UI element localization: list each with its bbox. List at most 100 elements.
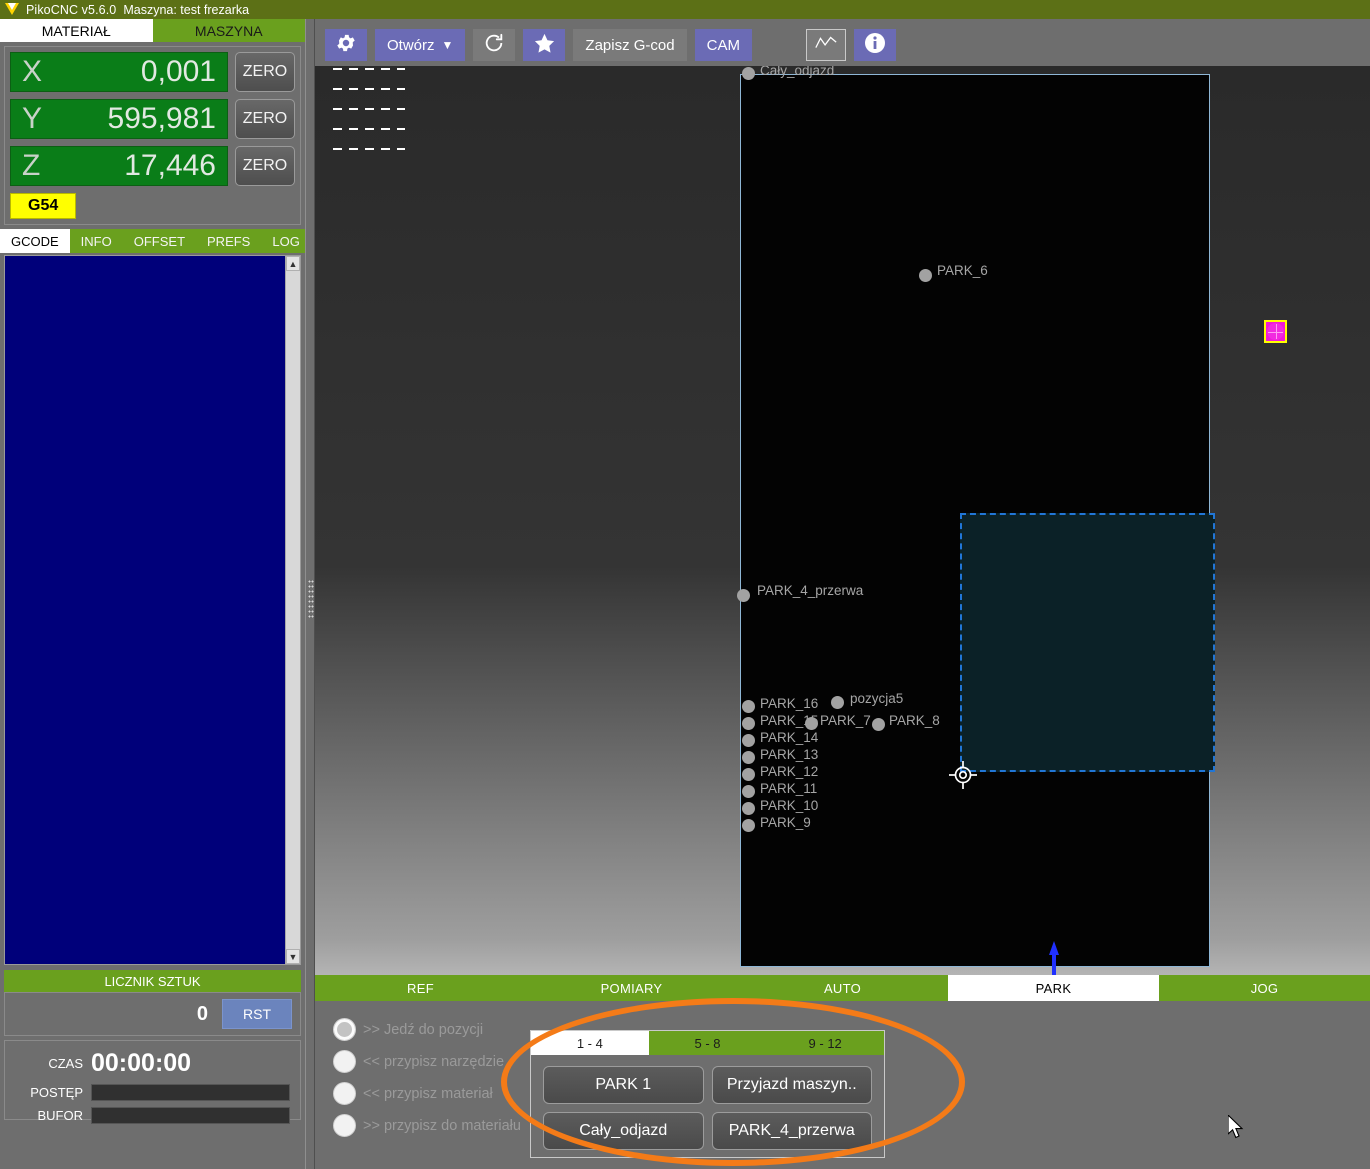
info-button[interactable] (853, 29, 896, 61)
counter-header: LICZNIK SZTUK (4, 970, 301, 992)
czas-label: CZAS (48, 1056, 83, 1071)
radio-icon-przypisz-material[interactable] (333, 1082, 356, 1105)
chevron-down-icon[interactable]: ▼ (442, 38, 454, 52)
park-point-icon[interactable] (742, 802, 755, 815)
open-file-button[interactable]: Otwórz ▼ (375, 29, 466, 61)
scroll-down-arrow-icon[interactable]: ▼ (286, 949, 300, 964)
postep-row: POSTĘP (5, 1084, 290, 1101)
park-point-label: PARK_11 (760, 781, 818, 796)
tab-prefs[interactable]: PREFS (196, 229, 261, 253)
tab-ref[interactable]: REF (315, 975, 526, 1001)
dro-row-z: Z 17,446 ZERO (10, 146, 295, 186)
dro-field-x[interactable]: X 0,001 (10, 52, 228, 92)
cam-button[interactable]: CAM (694, 29, 752, 61)
scroll-up-arrow-icon[interactable]: ▲ (286, 256, 300, 271)
gcode-scrollbar[interactable]: ▲ ▼ (285, 256, 300, 964)
park-point-icon[interactable] (805, 717, 818, 730)
park-point-icon[interactable] (742, 751, 755, 764)
wcs-badge-g54[interactable]: G54 (10, 193, 77, 219)
park-point-label: PARK_13 (760, 747, 819, 762)
radio-icon-jedz-do-pozycji[interactable] (333, 1018, 356, 1041)
chart-icon (814, 33, 838, 57)
park-point-icon[interactable] (742, 785, 755, 798)
main-toolbar: Otwórz ▼ Zapisz G-cod CAM (315, 24, 1370, 66)
reset-counter-button[interactable]: RST (222, 999, 292, 1029)
dash-row (333, 108, 405, 110)
park-button-park-4-przerwa[interactable]: PARK_4_przerwa (711, 1112, 872, 1150)
tab-material[interactable]: MATERIAŁ (0, 19, 153, 42)
park-point-icon[interactable] (742, 768, 755, 781)
settings-button[interactable] (325, 29, 367, 61)
dro-row-x: X 0,001 ZERO (10, 52, 295, 92)
tab-auto[interactable]: AUTO (737, 975, 948, 1001)
chart-button[interactable] (805, 29, 846, 61)
dro-panel: X 0,001 ZERO Y 595,981 ZERO Z 17,446 ZER… (4, 46, 301, 225)
gcode-editor[interactable]: ▲ ▼ (4, 255, 301, 965)
dro-axis-label-z: Z (22, 149, 41, 182)
tab-pomiary[interactable]: POMIARY (526, 975, 737, 1001)
range-tab-5-8[interactable]: 5 - 8 (648, 1031, 767, 1055)
radio-icon-przypisz-do-materialu[interactable] (333, 1114, 356, 1137)
park-point-label: Cały_odjazd (760, 66, 835, 78)
park-point-icon[interactable] (831, 696, 844, 709)
dro-axis-label-y: Y (22, 102, 43, 135)
radio-label-jedz-do-pozycji: >> Jedź do pozycji (363, 1021, 484, 1038)
bufor-progress-bar (91, 1107, 290, 1124)
tab-maszyna[interactable]: MASZYNA (152, 19, 305, 42)
radio-icon-przypisz-narzedzie[interactable] (333, 1050, 356, 1073)
park-point-label: PARK_6 (937, 263, 988, 278)
application-window: PikoCNC v5.6.0 Maszyna: test frezarka MA… (0, 0, 1370, 1169)
range-tab-9-12[interactable]: 9 - 12 (766, 1031, 885, 1055)
panel-splitter[interactable] (305, 19, 315, 1169)
dro-value-z: 17,446 (124, 149, 216, 182)
radio-row-przypisz-do-materialu[interactable]: >> przypisz do materiału (333, 1114, 521, 1137)
park-button-caly-odjazd[interactable]: Cały_odjazd (543, 1112, 704, 1150)
postep-label: POSTĘP (30, 1085, 83, 1100)
tab-park[interactable]: PARK (948, 975, 1159, 1001)
machine-title: Maszyna: test frezarka (123, 2, 250, 17)
park-point-icon[interactable] (742, 819, 755, 832)
dash-row (333, 148, 405, 150)
favorites-button[interactable] (523, 29, 566, 61)
park-point-icon[interactable] (742, 717, 755, 730)
save-gcode-button[interactable]: Zapisz G-cod (573, 29, 687, 61)
placeholder-dashes (333, 68, 405, 168)
reload-button[interactable] (473, 29, 516, 61)
park-point-icon[interactable] (742, 734, 755, 747)
tab-log[interactable]: LOG (261, 229, 310, 253)
piko-logo-icon (5, 2, 19, 17)
zero-button-x[interactable]: ZERO (235, 52, 295, 92)
tab-gcode[interactable]: GCODE (0, 229, 70, 253)
star-icon (533, 32, 556, 59)
tab-info[interactable]: INFO (70, 229, 123, 253)
park-button-przyjazd-maszyny[interactable]: Przyjazd maszyn.. (711, 1066, 872, 1104)
park-point-icon[interactable] (742, 67, 755, 80)
park-range-tab-bar: 1 - 4 5 - 8 9 - 12 (531, 1031, 885, 1055)
dro-field-y[interactable]: Y 595,981 (10, 99, 228, 139)
bottom-panel: REF POMIARY AUTO PARK JOG >> Jedź do poz… (315, 975, 1370, 1169)
radio-row-jedz-do-pozycji[interactable]: >> Jedź do pozycji (333, 1018, 521, 1041)
park-point-icon[interactable] (872, 718, 885, 731)
park-point-icon[interactable] (919, 269, 932, 282)
dro-field-z[interactable]: Z 17,446 (10, 146, 228, 186)
dash-row (333, 128, 405, 130)
park-point-label: PARK_4_przerwa (757, 583, 864, 598)
park-point-icon[interactable] (742, 700, 755, 713)
dro-row-y: Y 595,981 ZERO (10, 99, 295, 139)
park-point-label: PARK_14 (760, 730, 819, 745)
splitter-grip-icon[interactable] (308, 579, 314, 619)
tab-offset[interactable]: OFFSET (123, 229, 196, 253)
mouse-pointer-icon (1227, 1113, 1245, 1145)
range-tab-1-4[interactable]: 1 - 4 (531, 1031, 649, 1055)
info-icon (863, 31, 887, 59)
zero-button-z[interactable]: ZERO (235, 146, 295, 186)
park-point-icon[interactable] (737, 589, 750, 602)
tab-jog[interactable]: JOG (1159, 975, 1370, 1001)
work-area-rectangle (960, 513, 1215, 772)
3d-viewport[interactable]: Cały_odjazd PARK_6 PARK_4_przerwa pozycja5 P… (315, 66, 1370, 975)
radio-row-przypisz-narzedzie[interactable]: << przypisz narzędzie (333, 1050, 521, 1073)
zero-button-y[interactable]: ZERO (235, 99, 295, 139)
open-label: Otwórz (387, 36, 435, 54)
park-button-1[interactable]: PARK 1 (543, 1066, 704, 1104)
radio-row-przypisz-material[interactable]: << przypisz materiał (333, 1082, 521, 1105)
